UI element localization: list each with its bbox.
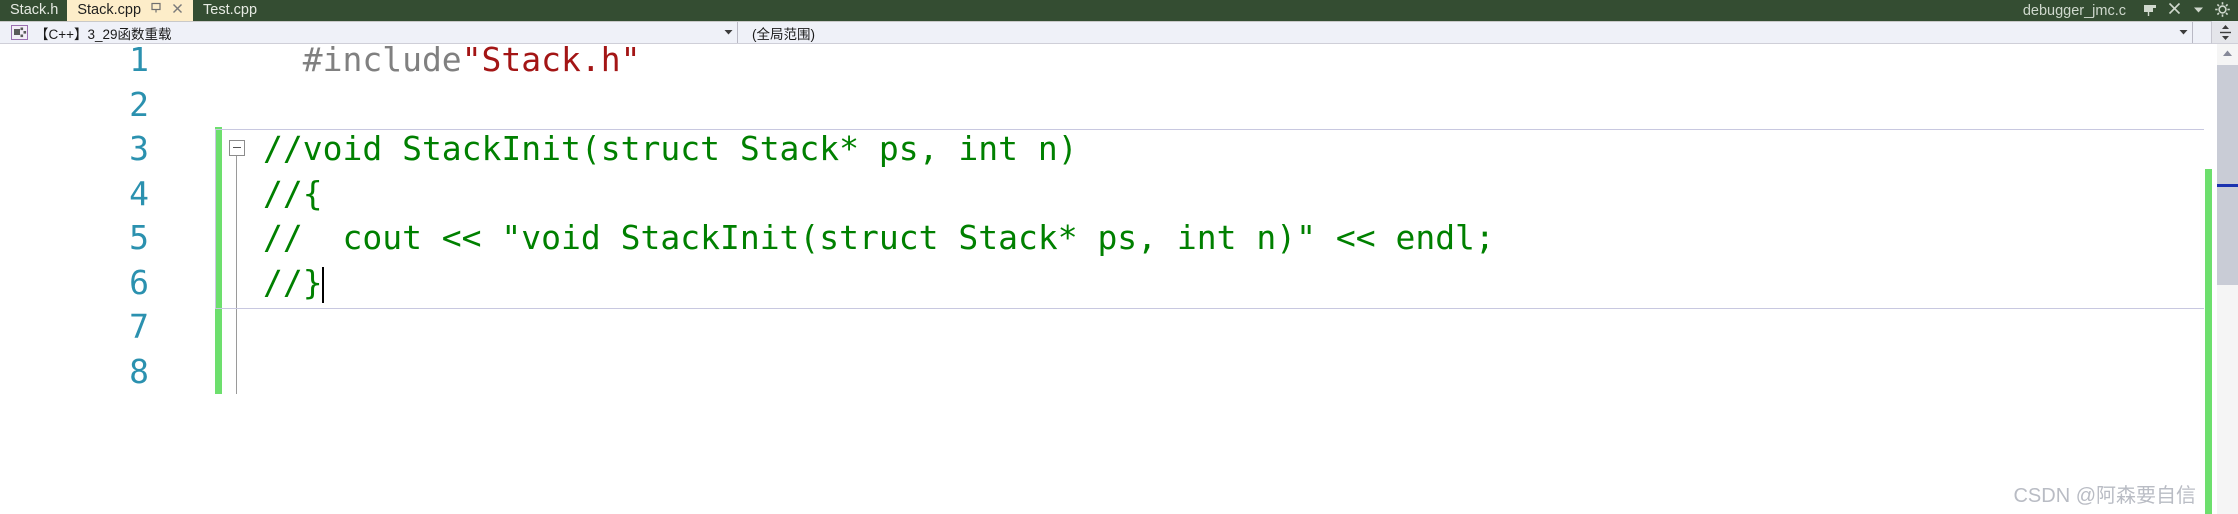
code-token-comment: //void StackInit(struct Stack* ps, int n… (263, 129, 1078, 168)
glyph-margin-row (215, 216, 263, 261)
line-number: 5 (129, 218, 149, 257)
collapse-region-icon[interactable] (229, 140, 245, 156)
visual-studio-editor-window: Stack.h Stack.cpp Test.cpp debugger_jmc.… (0, 0, 2238, 514)
close-icon[interactable] (2162, 0, 2186, 21)
line-number-gutter: 1 2 3 4 5 6 7 8 (0, 44, 215, 514)
scrollbar-thumb[interactable] (2217, 65, 2238, 285)
tab-test-cpp[interactable]: Test.cpp (193, 0, 266, 21)
tab-label: Test.cpp (203, 2, 258, 18)
close-icon[interactable] (171, 0, 184, 21)
code-line[interactable] (263, 83, 2204, 128)
outline-connector (236, 260, 237, 305)
change-bar (215, 216, 222, 261)
code-token-preprocessor: #include (263, 44, 462, 79)
line-number-row: 6 (0, 261, 215, 306)
glyph-margin-row (215, 83, 263, 128)
outline-connector (236, 171, 237, 216)
outline-connector (236, 156, 237, 172)
active-document-label: debugger_jmc.c (2022, 2, 2126, 19)
code-line[interactable] (263, 350, 2204, 395)
tab-label: Stack.cpp (77, 2, 142, 18)
glyph-margin-row (215, 305, 263, 350)
code-token-string: "Stack.h" (461, 44, 641, 79)
project-scope-value: 【C++】3_29函数重载 (35, 26, 172, 42)
editor-split-handle[interactable] (2211, 21, 2238, 44)
code-line[interactable]: //{ (263, 172, 2204, 217)
code-line-text: // cout << "void StackInit(struct Stack*… (263, 216, 1495, 261)
code-line-text: //} (263, 261, 323, 306)
line-number: 2 (129, 84, 149, 124)
vertical-scrollbar[interactable] (2204, 44, 2238, 514)
change-marker (2205, 169, 2212, 514)
csdn-watermark: CSDN @阿森要自信 (2013, 485, 2196, 507)
editor-tab-strip: Stack.h Stack.cpp Test.cpp debugger_jmc.… (0, 0, 2238, 21)
line-number: 7 (129, 307, 149, 346)
member-scope-value: (全局范围) (752, 26, 815, 42)
member-scope-dropdown[interactable]: (全局范围) (738, 22, 2193, 43)
pin-icon[interactable] (2138, 1, 2162, 21)
outline-connector (236, 349, 237, 394)
glyph-margin-row (215, 349, 263, 394)
change-bar (215, 305, 222, 350)
tab-strip-right-controls: debugger_jmc.c (2023, 0, 2238, 21)
line-number: 6 (129, 262, 149, 302)
outline-connector (236, 216, 237, 261)
code-editor-surface[interactable]: 1 2 3 4 5 6 7 8 #include"Stack.h" //void StackIn… (0, 44, 2204, 514)
chevron-down-icon[interactable] (2174, 26, 2192, 39)
change-bar (215, 171, 222, 216)
line-number-row: 7 (0, 305, 215, 350)
tab-stack-h[interactable]: Stack.h (0, 0, 67, 21)
line-number-row: 3 (0, 127, 215, 172)
navigation-bar: 【C++】3_29函数重载 (全局范围) (0, 21, 2238, 44)
tab-label: Stack.h (10, 2, 59, 18)
code-line-text: //{ (263, 172, 323, 217)
code-line[interactable]: #include"Stack.h" (263, 44, 2204, 83)
pin-icon[interactable] (150, 0, 163, 21)
text-caret (322, 266, 325, 303)
line-number-row: 2 (0, 83, 215, 128)
change-bar (215, 260, 222, 305)
code-token-comment: //} (263, 262, 323, 302)
glyph-margin-row (215, 171, 263, 216)
line-number: 3 (129, 129, 149, 168)
line-number-row: 8 (0, 350, 215, 395)
line-number-row: 1 (0, 44, 215, 83)
code-text-area[interactable]: #include"Stack.h" //void StackInit(struct… (263, 44, 2204, 514)
code-line[interactable]: //} (263, 261, 2204, 306)
outline-connector (236, 305, 237, 350)
line-number: 1 (129, 44, 149, 79)
chevron-down-icon[interactable] (719, 26, 737, 39)
code-line[interactable]: //void StackInit(struct Stack* ps, int n… (263, 127, 2204, 172)
glyph-margin[interactable] (215, 44, 263, 514)
change-marker-strip (2204, 44, 2217, 514)
line-number-row: 5 (0, 216, 215, 261)
edit-position-marker (2217, 184, 2238, 187)
gear-icon[interactable] (2210, 1, 2234, 21)
change-bar (215, 127, 222, 172)
line-number-row: 4 (0, 172, 215, 217)
code-line-text: //void StackInit(struct Stack* ps, int n… (263, 127, 1078, 172)
chevron-down-icon[interactable] (2186, 2, 2210, 20)
code-line-text: #include"Stack.h" (263, 44, 641, 83)
code-line[interactable]: // cout << "void StackInit(struct Stack*… (263, 216, 2204, 261)
project-scope-dropdown[interactable]: 【C++】3_29函数重载 (0, 22, 738, 43)
glyph-margin-row (215, 44, 263, 83)
project-selector-icon (9, 24, 29, 41)
glyph-margin-row (215, 127, 263, 172)
change-bar (215, 349, 222, 394)
code-token-comment: // cout << "void StackInit(struct Stack*… (263, 218, 1495, 257)
line-number: 8 (129, 351, 149, 391)
code-token-comment: //{ (263, 173, 323, 213)
code-line[interactable] (263, 305, 2204, 350)
tab-stack-cpp[interactable]: Stack.cpp (67, 0, 194, 21)
scroll-up-button[interactable] (2217, 44, 2238, 62)
line-number: 4 (129, 173, 149, 213)
glyph-margin-row (215, 260, 263, 305)
